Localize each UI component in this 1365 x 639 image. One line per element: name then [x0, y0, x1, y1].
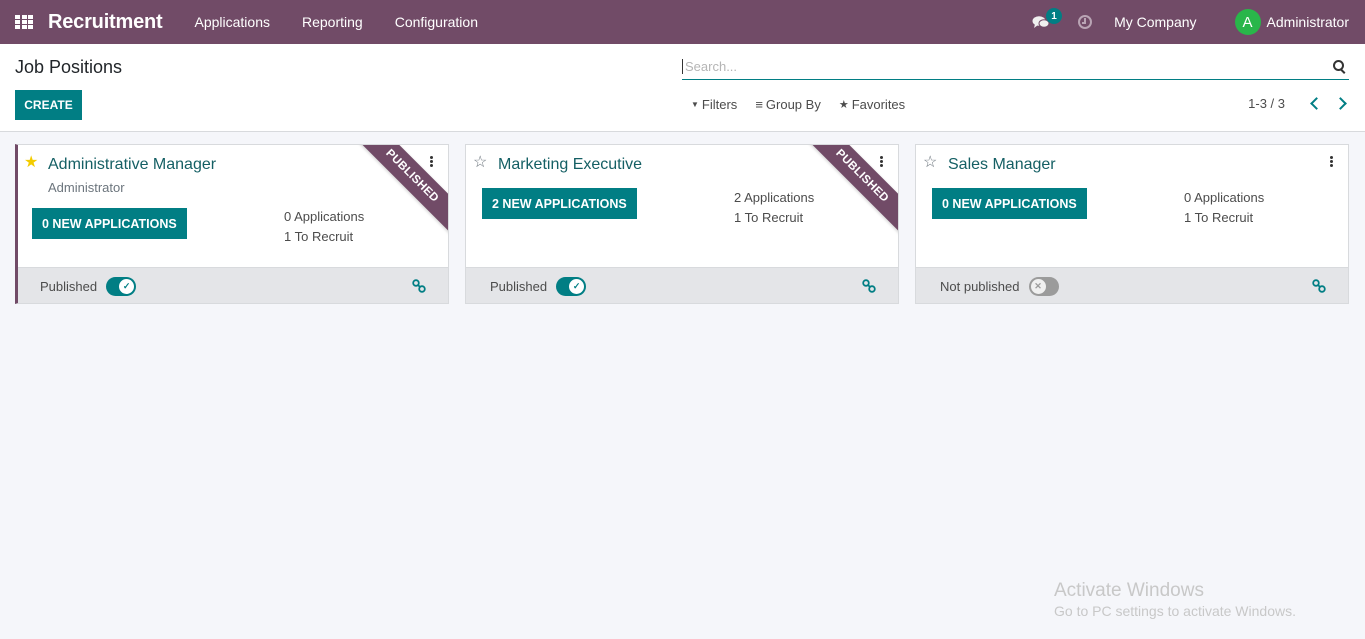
- company-switcher[interactable]: My Company: [1114, 14, 1196, 30]
- filters-button[interactable]: ▼ Filters: [691, 97, 737, 112]
- top-navbar: Recruitment Applications Reporting Confi…: [0, 0, 1365, 44]
- list-icon: ≡: [755, 97, 763, 112]
- card-body: ★ Administrative Manager Administrator 0…: [18, 145, 448, 267]
- clock-icon[interactable]: [1078, 15, 1093, 29]
- windows-activation-watermark: Activate Windows Go to PC settings to ac…: [1054, 580, 1296, 619]
- search-input[interactable]: [682, 59, 1333, 74]
- job-stats: 0 Applications 1 To Recruit: [1184, 188, 1264, 228]
- publish-status-label: Published: [40, 278, 98, 294]
- publish-status-label: Not published: [940, 278, 1020, 294]
- publish-toggle[interactable]: ✕: [1028, 276, 1059, 296]
- job-card[interactable]: ☆ Sales Manager 0 NEW APPLICATIONS 0 App…: [915, 144, 1349, 304]
- user-name: Administrator: [1266, 14, 1349, 30]
- group-by-label: Group By: [765, 97, 821, 112]
- applications-count[interactable]: 2 Applications: [734, 188, 814, 208]
- new-applications-button[interactable]: 2 NEW APPLICATIONS: [482, 188, 637, 219]
- watermark-title: Activate Windows: [1054, 580, 1204, 601]
- job-title[interactable]: Marketing Executive: [498, 156, 642, 174]
- applications-count[interactable]: 0 Applications: [284, 207, 364, 227]
- link-icon[interactable]: [412, 279, 426, 293]
- close-icon: ✕: [1030, 278, 1046, 294]
- chevron-right-icon[interactable]: [1335, 97, 1349, 111]
- job-stats: 0 Applications 1 To Recruit: [284, 207, 364, 247]
- menu-applications[interactable]: Applications: [179, 14, 287, 30]
- search-options: ▼ Filters ≡ Group By ★ Favorites: [691, 97, 923, 112]
- page-title: Job Positions: [15, 57, 123, 77]
- job-title[interactable]: Administrative Manager: [48, 156, 216, 174]
- pager: 1-3 / 3: [1248, 96, 1349, 111]
- watermark-subtitle: Go to PC settings to activate Windows.: [1054, 603, 1296, 619]
- group-by-button[interactable]: ≡ Group By: [755, 97, 821, 112]
- pager-value[interactable]: 1-3 / 3: [1248, 96, 1285, 111]
- more-options-icon[interactable]: [430, 156, 433, 167]
- control-panel: Job Positions CREATE ▼ Filters ≡ Group B…: [0, 44, 1365, 132]
- menu-configuration[interactable]: Configuration: [379, 14, 494, 30]
- check-icon: ✓: [119, 278, 135, 294]
- new-applications-button[interactable]: 0 NEW APPLICATIONS: [932, 188, 1087, 219]
- card-footer: Not published ✕: [916, 267, 1348, 303]
- more-options-icon[interactable]: [880, 156, 883, 167]
- avatar: A: [1234, 9, 1261, 35]
- job-responsible: Administrator: [48, 180, 125, 195]
- card-body: ☆ Marketing Executive 2 NEW APPLICATIONS…: [466, 145, 898, 267]
- favorite-star-icon[interactable]: ☆: [923, 155, 937, 171]
- to-recruit-count: 1 To Recruit: [284, 229, 354, 244]
- create-button[interactable]: CREATE: [15, 90, 82, 120]
- favorites-button[interactable]: ★ Favorites: [839, 97, 905, 112]
- card-footer: Published ✓: [466, 267, 898, 303]
- star-icon: ★: [838, 99, 849, 111]
- chat-count-badge: 1: [1046, 8, 1063, 24]
- filter-icon: ▼: [691, 100, 699, 109]
- card-body: ☆ Sales Manager 0 NEW APPLICATIONS 0 App…: [916, 145, 1348, 267]
- apps-grid-icon[interactable]: [15, 15, 33, 29]
- filters-label: Filters: [701, 97, 738, 112]
- search-icon[interactable]: [1333, 59, 1347, 74]
- app-brand[interactable]: Recruitment: [48, 11, 163, 34]
- published-ribbon: PUBLISHED: [803, 145, 898, 235]
- publish-toggle[interactable]: ✓: [556, 276, 587, 296]
- chevron-left-icon[interactable]: [1307, 97, 1321, 111]
- publish-toggle[interactable]: ✓: [106, 276, 137, 296]
- main-menu: Applications Reporting Configuration: [179, 14, 494, 30]
- navbar-right: 1 My Company A Administrator: [1032, 0, 1365, 44]
- job-title[interactable]: Sales Manager: [948, 156, 1056, 174]
- applications-count[interactable]: 0 Applications: [1184, 188, 1264, 208]
- search-bar: [682, 54, 1349, 80]
- favorite-star-icon[interactable]: ☆: [473, 155, 487, 171]
- publish-status-label: Published: [490, 278, 548, 294]
- messaging-button[interactable]: 1: [1032, 0, 1063, 44]
- to-recruit-count: 1 To Recruit: [734, 210, 804, 225]
- card-footer: Published ✓: [18, 267, 448, 303]
- check-icon: ✓: [569, 278, 585, 294]
- link-icon[interactable]: [1312, 279, 1326, 293]
- job-kanban: ★ Administrative Manager Administrator 0…: [15, 144, 1349, 304]
- favorite-star-icon[interactable]: ★: [24, 155, 38, 171]
- job-card[interactable]: ★ Administrative Manager Administrator 0…: [15, 144, 449, 304]
- link-icon[interactable]: [862, 279, 876, 293]
- more-options-icon[interactable]: [1330, 156, 1333, 167]
- user-menu[interactable]: A Administrator: [1234, 9, 1349, 35]
- job-stats: 2 Applications 1 To Recruit: [734, 188, 814, 228]
- new-applications-button[interactable]: 0 NEW APPLICATIONS: [32, 208, 187, 239]
- favorites-label: Favorites: [851, 97, 906, 112]
- to-recruit-count: 1 To Recruit: [1184, 210, 1254, 225]
- published-ribbon: PUBLISHED: [353, 145, 448, 235]
- menu-reporting[interactable]: Reporting: [286, 14, 379, 30]
- job-card[interactable]: ☆ Marketing Executive 2 NEW APPLICATIONS…: [465, 144, 899, 304]
